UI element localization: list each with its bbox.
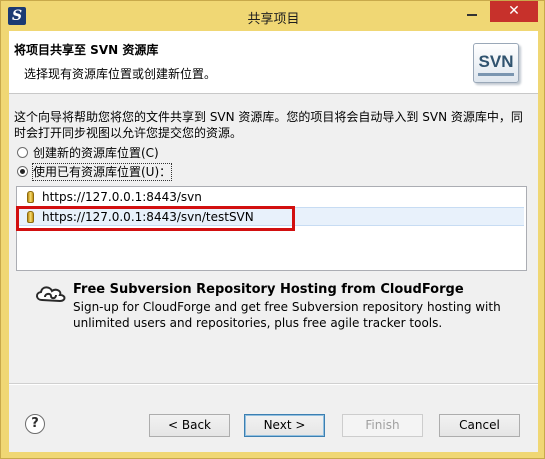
title-bar[interactable]: S 共享项目 ✕ xyxy=(1,1,545,31)
cancel-button[interactable]: Cancel xyxy=(439,414,520,437)
wizard-description: 这个向导将帮助您将您的文件共享到 SVN 资源库。您的项目将会自动导入到 SVN… xyxy=(14,110,523,140)
svn-logo-underline xyxy=(478,73,514,76)
cloudforge-title[interactable]: Free Subversion Repository Hosting from … xyxy=(73,282,464,297)
cloudforge-text: Sign-up for CloudForge and get free Subv… xyxy=(73,300,501,330)
svn-logo-text: SVN xyxy=(478,52,514,71)
repository-url: https://127.0.0.1:8443/svn xyxy=(42,190,202,204)
help-icon[interactable]: ? xyxy=(25,414,45,434)
next-button[interactable]: Next > xyxy=(244,414,325,437)
cloudforge-icon xyxy=(36,286,66,303)
minimize-button[interactable] xyxy=(458,1,487,22)
highlight-annotation-box xyxy=(16,206,295,231)
page-subtitle: 选择现有资源库位置或创建新位置。 xyxy=(24,67,217,81)
svn-logo-icon: SVN xyxy=(473,43,519,83)
back-button[interactable]: < Back xyxy=(149,414,230,437)
repository-icon xyxy=(27,191,34,203)
create-new-radio[interactable] xyxy=(17,147,28,158)
use-existing-label: 使用已有资源库位置(U)： xyxy=(31,163,173,181)
window-frame: S 共享项目 ✕ 将项目共享至 SVN 资源库 选择现有资源库位置或创建新位置。… xyxy=(0,0,545,459)
use-existing-radio[interactable] xyxy=(17,166,28,177)
repository-row[interactable]: https://127.0.0.1:8443/svn xyxy=(17,188,524,207)
close-button[interactable]: ✕ xyxy=(490,1,538,22)
footer-separator xyxy=(9,383,538,385)
dialog-client-area: 将项目共享至 SVN 资源库 选择现有资源库位置或创建新位置。 SVN 这个向导… xyxy=(9,31,538,452)
create-new-label: 创建新的资源库位置(C) xyxy=(33,146,159,160)
minimize-icon xyxy=(467,14,477,16)
finish-button[interactable]: Finish xyxy=(342,414,423,437)
page-title: 将项目共享至 SVN 资源库 xyxy=(14,43,159,57)
wizard-header: 将项目共享至 SVN 资源库 选择现有资源库位置或创建新位置。 SVN xyxy=(9,31,538,94)
